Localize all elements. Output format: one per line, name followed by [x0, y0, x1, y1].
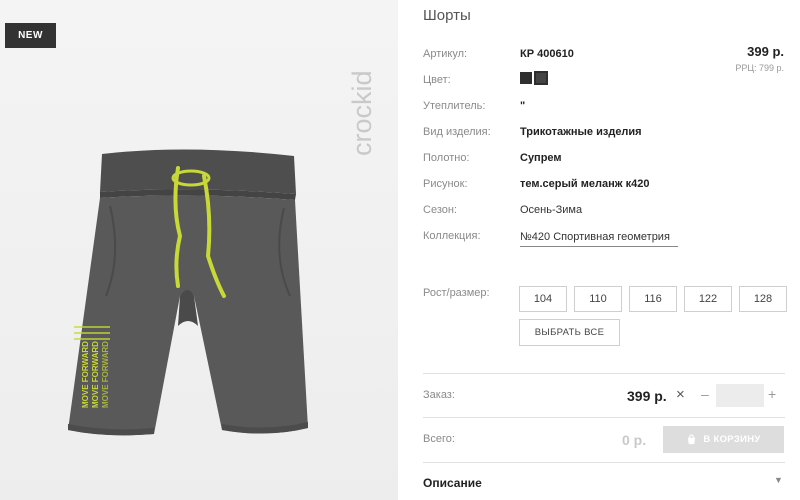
spec-value: КР 400610: [520, 48, 574, 60]
spec-color: Цвет:: [423, 71, 683, 100]
divider: [423, 373, 785, 374]
size-option-122[interactable]: 122: [684, 286, 732, 312]
collection-link[interactable]: №420 Спортивная геометрия: [520, 230, 678, 247]
color-swatch[interactable]: [520, 72, 532, 84]
chevron-down-icon[interactable]: ▼: [774, 475, 783, 485]
spec-type: Вид изделия: Трикотажные изделия: [423, 126, 683, 152]
spec-label: Полотно:: [423, 152, 470, 164]
quantity-increment-button[interactable]: +: [768, 386, 776, 402]
total-value: 0 р.: [622, 432, 647, 448]
spec-label: Артикул:: [423, 48, 468, 60]
select-all-button[interactable]: ВЫБРАТЬ ВСЕ: [519, 319, 620, 346]
svg-text:MOVE FORWARD: MOVE FORWARD: [101, 341, 110, 408]
color-swatch-selected[interactable]: [534, 71, 548, 85]
divider: [423, 462, 785, 463]
svg-text:crockid: crockid: [347, 70, 377, 156]
quantity-decrement-button[interactable]: –: [701, 386, 709, 402]
size-options: 104 110 116 122 128: [519, 286, 787, 312]
product-title: Шорты: [423, 7, 471, 24]
brand-logo: crockid: [347, 70, 377, 156]
quantity-input[interactable]: [716, 384, 764, 407]
spec-season: Сезон: Осень-Зима: [423, 204, 683, 230]
price-rrp: РРЦ: 799 р.: [735, 63, 784, 73]
order-label: Заказ:: [423, 389, 455, 401]
add-to-cart-button[interactable]: В КОРЗИНУ: [663, 426, 784, 453]
new-badge: NEW: [5, 23, 56, 48]
spec-value: Супрем: [520, 152, 562, 164]
size-label: Рост/размер:: [423, 287, 490, 299]
spec-pattern: Рисунок: тем.серый меланж к420: [423, 178, 683, 204]
spec-value: Осень-Зима: [520, 204, 583, 216]
spec-fabric: Полотно: Супрем: [423, 152, 683, 178]
cart-icon: [688, 434, 696, 445]
size-option-116[interactable]: 116: [629, 286, 677, 312]
spec-collection: Коллекция: №420 Спортивная геометрия: [423, 230, 683, 256]
divider: [423, 417, 785, 418]
spec-label: Утеплитель:: [423, 100, 486, 112]
svg-text:MOVE FORWARD: MOVE FORWARD: [81, 341, 90, 408]
spec-article: Артикул: КР 400610: [423, 48, 683, 74]
spec-value: ": [520, 100, 526, 112]
product-photo[interactable]: NEW crockid MOVE FORWARD MOVE FORWARD MO…: [0, 0, 398, 500]
spec-label: Вид изделия:: [423, 126, 491, 138]
shorts-illustration: MOVE FORWARD MOVE FORWARD MOVE FORWARD: [68, 149, 308, 436]
times-icon: ×: [676, 386, 685, 403]
size-option-104[interactable]: 104: [519, 286, 567, 312]
spec-label: Сезон:: [423, 204, 457, 216]
price-block: 399 р. РРЦ: 799 р.: [735, 44, 784, 73]
description-toggle[interactable]: Описание: [423, 476, 482, 490]
order-price: 399 р.: [627, 388, 667, 404]
total-label: Всего:: [423, 433, 455, 445]
spec-insulation: Утеплитель: ": [423, 100, 683, 126]
color-swatches: [520, 71, 548, 85]
cart-button-label: В КОРЗИНУ: [703, 434, 761, 445]
size-option-110[interactable]: 110: [574, 286, 622, 312]
size-option-128[interactable]: 128: [739, 286, 787, 312]
spec-label: Рисунок:: [423, 178, 468, 190]
spec-value: Трикотажные изделия: [520, 126, 642, 138]
spec-value: тем.серый меланж к420: [520, 178, 650, 190]
spec-label: Цвет:: [423, 74, 451, 86]
product-specs: Артикул: КР 400610 Цвет: Утеплитель: " В…: [423, 48, 683, 256]
svg-text:MOVE FORWARD: MOVE FORWARD: [91, 341, 100, 408]
price-main: 399 р.: [747, 44, 784, 59]
spec-label: Коллекция:: [423, 230, 481, 242]
